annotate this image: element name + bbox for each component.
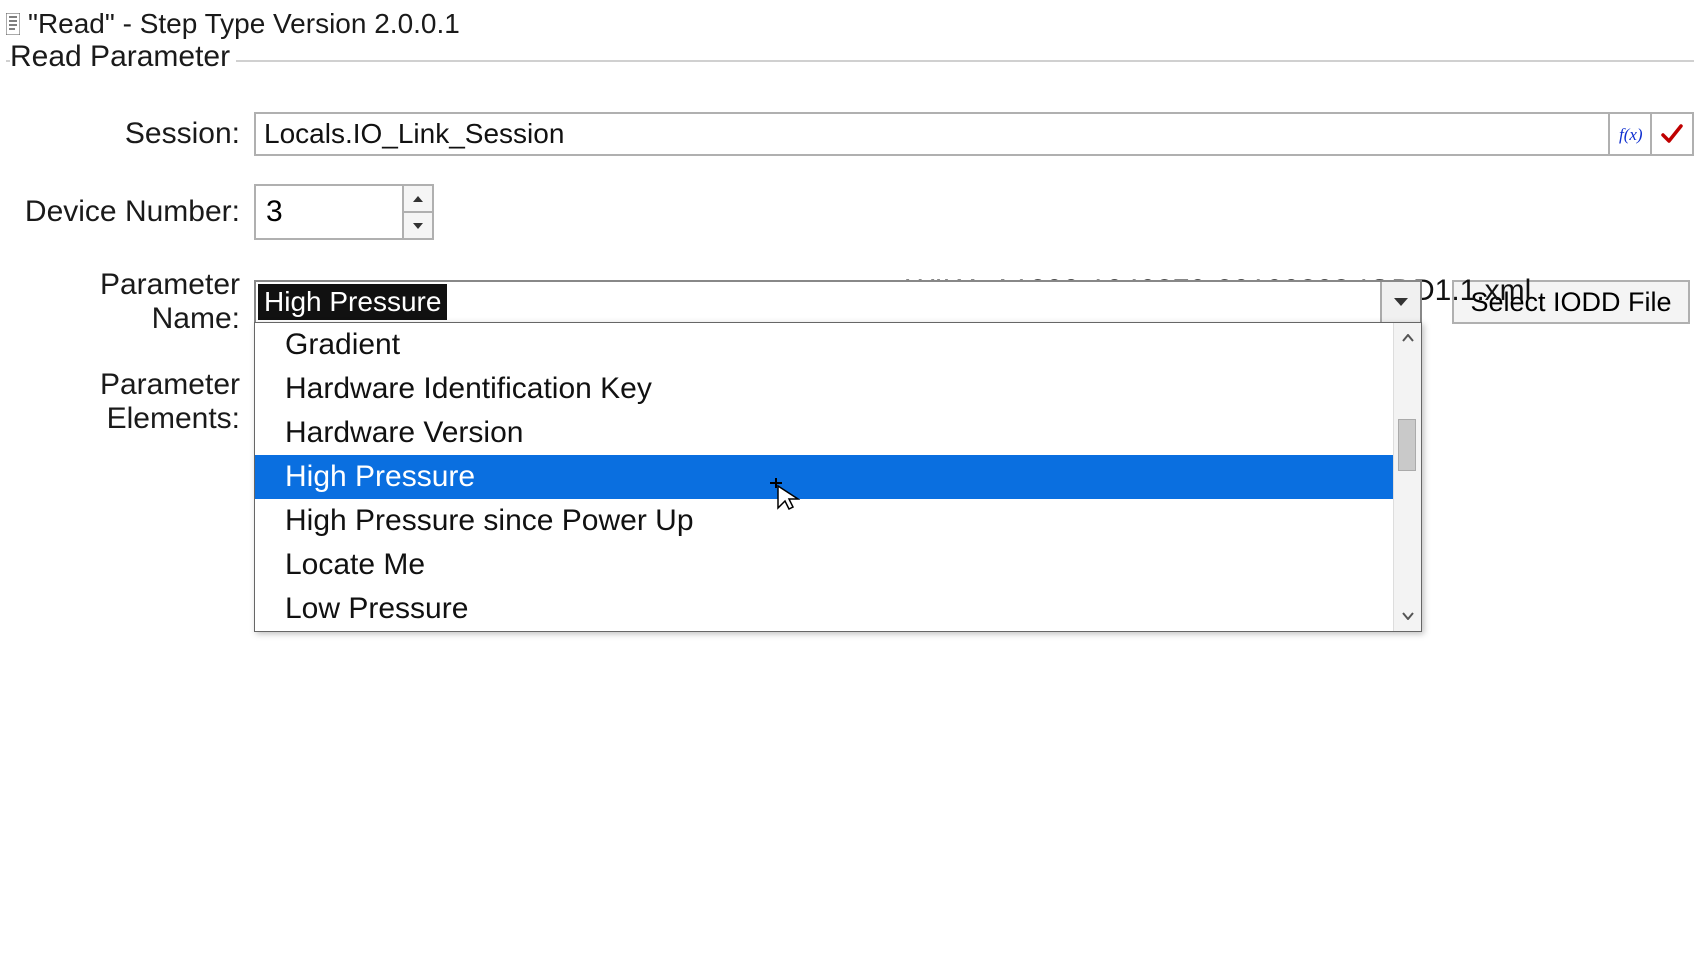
combobox-arrow-button[interactable] (1380, 282, 1420, 322)
parameter-name-combobox[interactable]: High Pressure (254, 280, 1422, 324)
device-number-label: Device Number: (6, 195, 254, 229)
device-number-down-button[interactable] (404, 213, 434, 240)
window-titlebar: "Read" - Step Type Version 2.0.0.1 (0, 0, 1700, 48)
window-title: "Read" - Step Type Version 2.0.0.1 (28, 8, 460, 40)
dropdown-item[interactable]: Gradient (255, 323, 1393, 367)
session-input[interactable]: Locals.IO_Link_Session (254, 112, 1610, 156)
device-number-input[interactable]: 3 (254, 184, 404, 240)
device-number-row: Device Number: 3 (6, 184, 1694, 240)
dropdown-scrollbar[interactable] (1393, 323, 1421, 631)
groupbox-legend: Read Parameter (10, 40, 236, 74)
dropdown-item[interactable]: Hardware Identification Key (255, 367, 1393, 411)
device-number-value: 3 (266, 195, 283, 229)
session-row: Session: Locals.IO_Link_Session f(x) (6, 112, 1694, 156)
session-value: Locals.IO_Link_Session (264, 118, 564, 150)
dropdown-item[interactable]: High Pressure since Power Up (255, 499, 1393, 543)
dropdown-item[interactable]: Low Pressure (255, 587, 1393, 631)
expression-check-button[interactable] (1652, 112, 1694, 156)
parameter-elements-label: Parameter Elements: (6, 364, 254, 436)
scrollbar-down-icon[interactable] (1394, 605, 1421, 627)
app-icon (6, 13, 20, 35)
parameter-name-label: Parameter Name: (6, 268, 254, 336)
dropdown-item[interactable]: High Pressure (255, 455, 1393, 499)
scrollbar-thumb[interactable] (1398, 419, 1416, 471)
expression-browse-button[interactable]: f(x) (1610, 112, 1652, 156)
parameter-name-dropdown: GradientHardware Identification KeyHardw… (254, 322, 1422, 632)
dropdown-item[interactable]: Locate Me (255, 543, 1393, 587)
read-parameter-group: Read Parameter Session: Locals.IO_Link_S… (6, 60, 1694, 582)
svg-text:f(x): f(x) (1619, 125, 1643, 144)
session-label: Session: (6, 117, 254, 151)
parameter-name-selected: High Pressure (258, 284, 447, 320)
device-number-up-button[interactable] (404, 184, 434, 213)
scrollbar-up-icon[interactable] (1394, 327, 1421, 349)
dropdown-item[interactable]: Hardware Version (255, 411, 1393, 455)
